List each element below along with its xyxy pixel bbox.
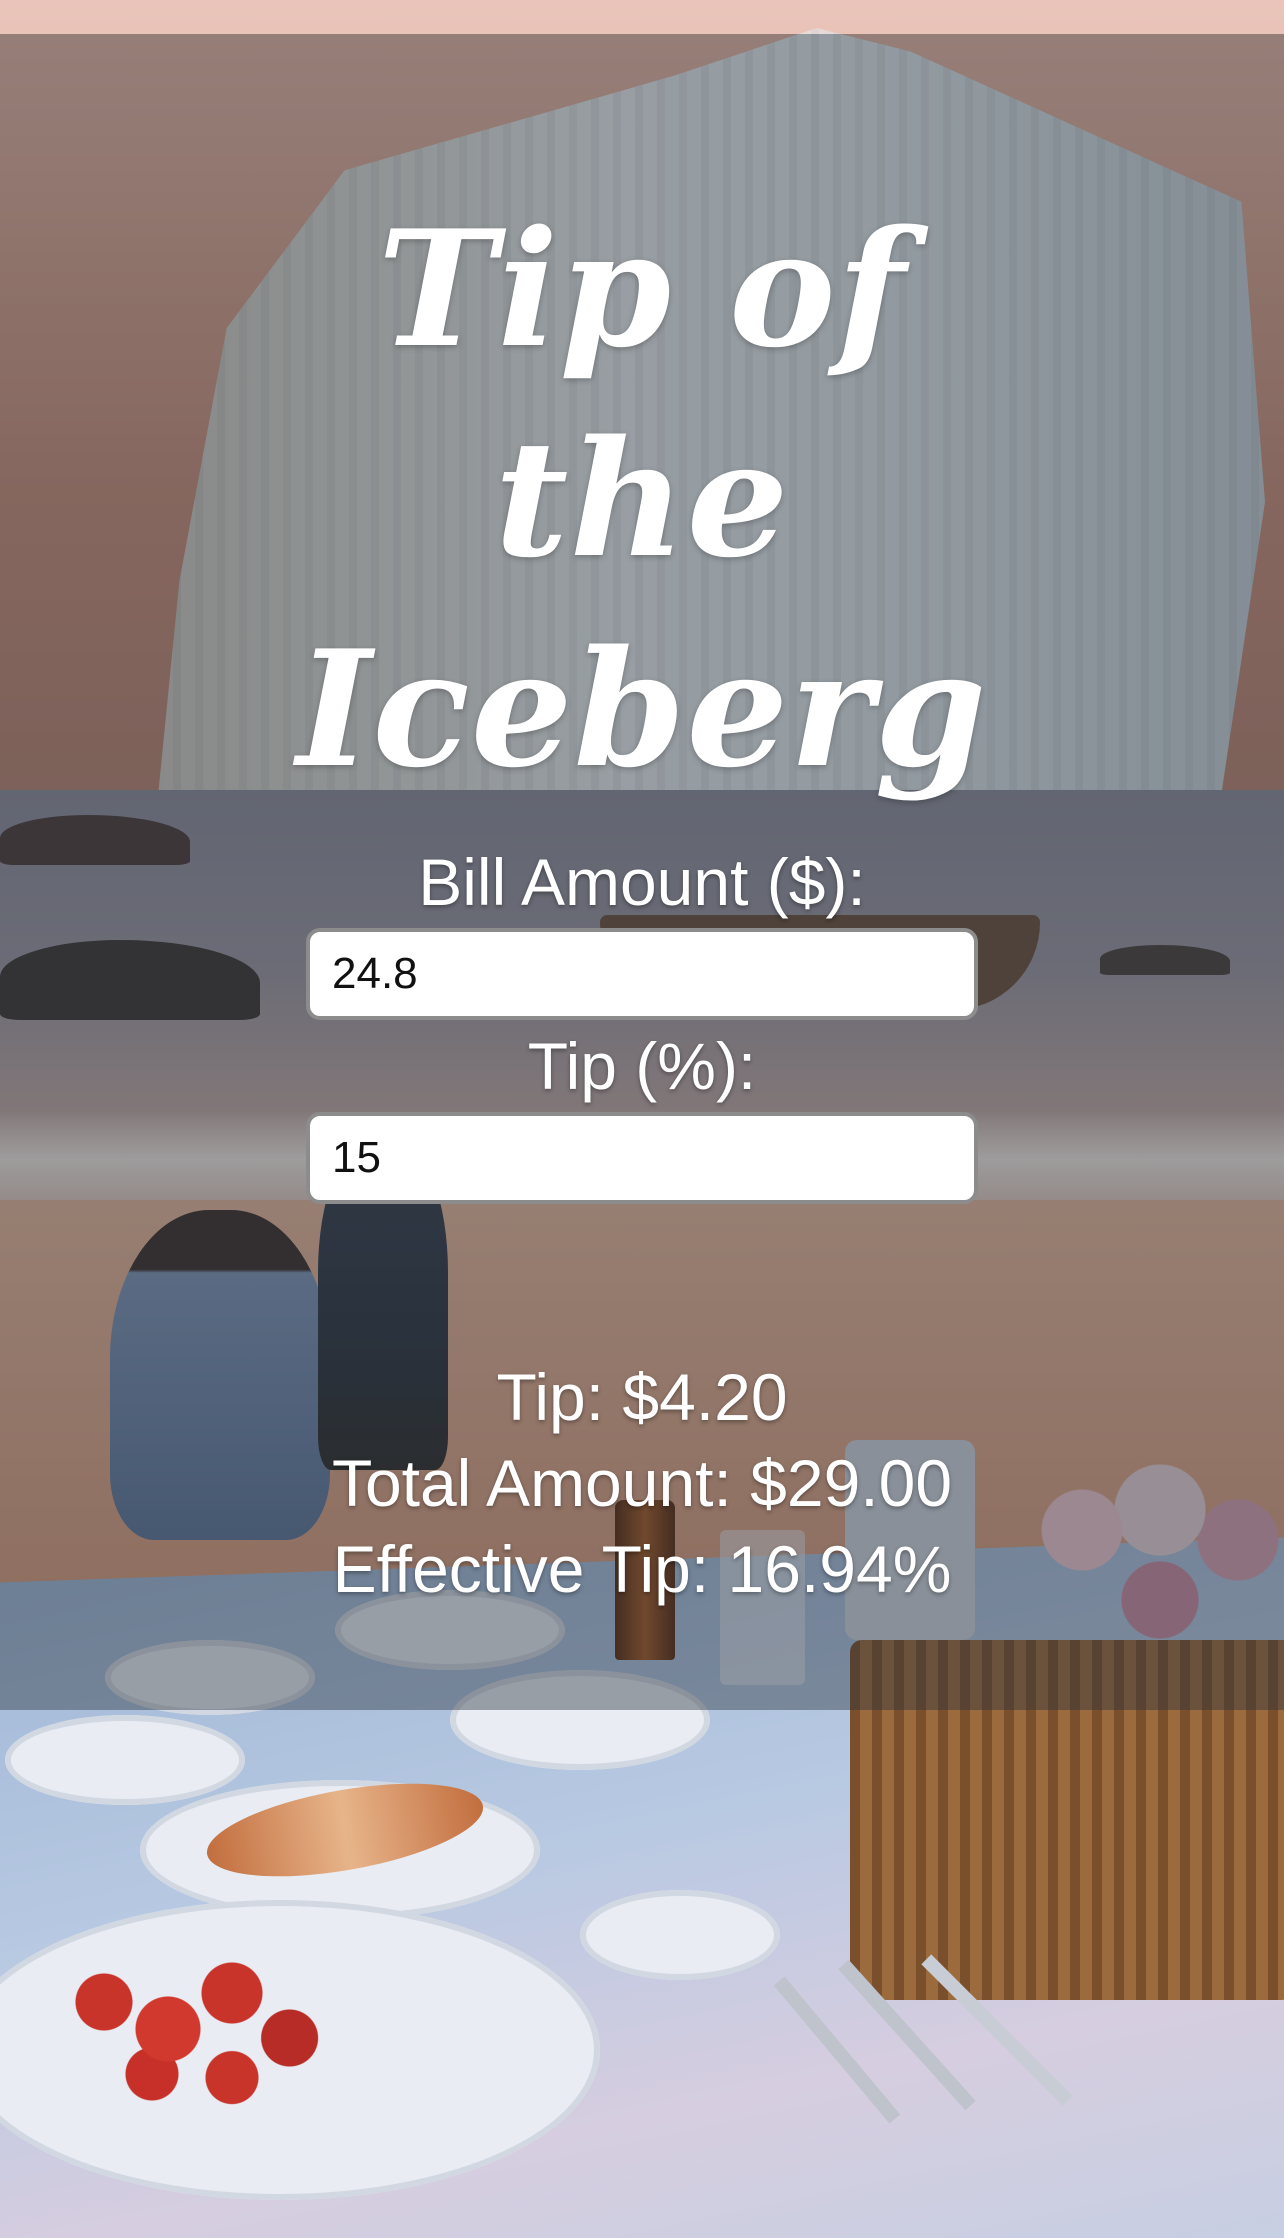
tip-percent-input[interactable] [306,1112,978,1204]
bill-amount-label: Bill Amount ($): [418,845,866,919]
plate [5,1715,245,1805]
effective-tip-result: Effective Tip: 16.94% [332,1532,952,1606]
tip-calculator: Tip of the Iceberg Bill Amount ($): Tip … [0,34,1284,1710]
bill-amount-input[interactable] [306,928,978,1020]
tip-result: Tip: $4.20 [496,1360,788,1434]
plate [580,1890,780,1980]
top-strip [0,0,1284,34]
total-amount-result: Total Amount: $29.00 [331,1446,953,1520]
tip-percent-label: Tip (%): [527,1029,757,1103]
results-panel: Tip: $4.20 Total Amount: $29.00 Effectiv… [332,1354,952,1612]
tomatoes [40,1930,360,2110]
app-title: Tip of the Iceberg [296,195,988,803]
